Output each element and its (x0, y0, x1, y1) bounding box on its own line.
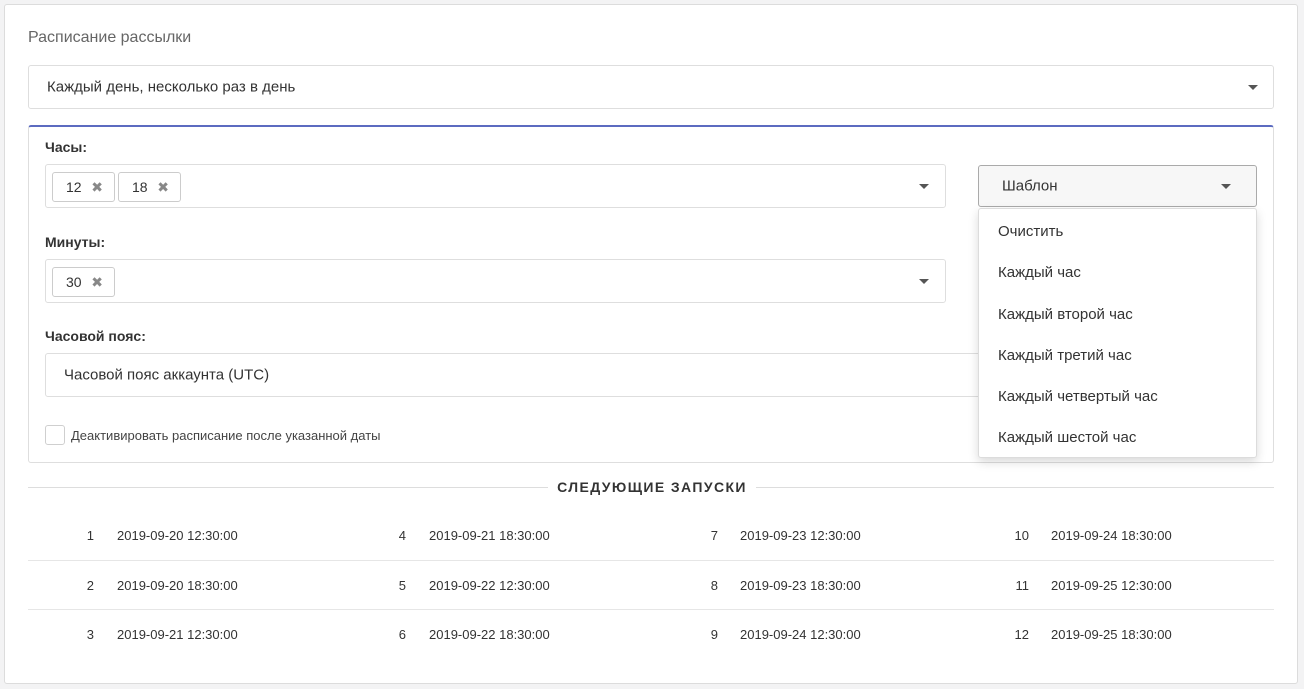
run-time: 2019-09-20 18:30:00 (117, 578, 238, 593)
run-index: 11 (1015, 578, 1030, 593)
run-index: 3 (86, 627, 94, 642)
template-button[interactable]: Шаблон (978, 165, 1257, 207)
chevron-down-icon (1248, 85, 1258, 90)
remove-tag-icon[interactable]: ✖ (157, 173, 169, 201)
run-index: 6 (398, 627, 406, 642)
run-time: 2019-09-23 12:30:00 (740, 528, 861, 543)
run-time: 2019-09-25 18:30:00 (1051, 627, 1172, 642)
run-index: 2 (86, 578, 94, 593)
row-divider (28, 609, 1274, 610)
timezone-value: Часовой пояс аккаунта (UTC) (64, 366, 270, 384)
template-option-every-hour[interactable]: Каждый час (998, 264, 1081, 281)
hour-tag-label: 18 (132, 179, 148, 195)
section-title: Расписание рассылки (28, 29, 192, 46)
run-time: 2019-09-21 18:30:00 (429, 528, 550, 543)
minutes-label: Минуты: (45, 234, 106, 250)
run-index: 1 (86, 528, 94, 543)
minutes-multiselect[interactable]: 30 ✖ (45, 259, 946, 303)
template-button-label: Шаблон (1002, 177, 1058, 195)
run-index: 9 (710, 627, 718, 642)
template-option-every-sixth-hour[interactable]: Каждый шестой час (998, 429, 1136, 446)
deactivate-checkbox[interactable] (45, 425, 65, 445)
timezone-select[interactable]: Часовой пояс аккаунта (UTC) (45, 353, 1095, 397)
chevron-down-icon (919, 279, 929, 284)
row-divider (28, 560, 1274, 561)
template-dropdown-menu: Очистить Каждый час Каждый второй час Ка… (978, 208, 1257, 458)
hour-tag-label: 12 (66, 179, 82, 195)
chevron-down-icon (919, 184, 929, 189)
run-time: 2019-09-24 12:30:00 (740, 627, 861, 642)
template-option-clear[interactable]: Очистить (998, 223, 1063, 240)
timezone-label: Часовой пояс: (45, 328, 146, 344)
run-time: 2019-09-23 18:30:00 (740, 578, 861, 593)
template-option-every-second-hour[interactable]: Каждый второй час (998, 306, 1133, 323)
schedule-mode-value: Каждый день, несколько раз в день (47, 78, 296, 96)
run-time: 2019-09-24 18:30:00 (1051, 528, 1172, 543)
run-time: 2019-09-20 12:30:00 (117, 528, 238, 543)
run-index: 4 (398, 528, 406, 543)
deactivate-label: Деактивировать расписание после указанно… (71, 428, 381, 443)
remove-tag-icon[interactable]: ✖ (91, 173, 103, 201)
run-time: 2019-09-22 18:30:00 (429, 627, 550, 642)
run-time: 2019-09-22 12:30:00 (429, 578, 550, 593)
run-index: 8 (710, 578, 718, 593)
chevron-down-icon (1221, 184, 1231, 189)
hours-multiselect[interactable]: 12 ✖ 18 ✖ (45, 164, 946, 208)
minute-tag-label: 30 (66, 274, 82, 290)
run-time: 2019-09-25 12:30:00 (1051, 578, 1172, 593)
template-option-every-fourth-hour[interactable]: Каждый четвертый час (998, 388, 1158, 405)
run-index: 12 (1014, 627, 1029, 642)
hours-label: Часы: (45, 139, 88, 155)
remove-tag-icon[interactable]: ✖ (91, 268, 103, 296)
run-index: 7 (710, 528, 718, 543)
run-index: 5 (398, 578, 406, 593)
hour-tag-18: 18 ✖ (118, 172, 181, 202)
run-time: 2019-09-21 12:30:00 (117, 627, 238, 642)
schedule-mode-select[interactable]: Каждый день, несколько раз в день (28, 65, 1274, 109)
run-index: 10 (1014, 528, 1029, 543)
next-runs-title: СЛЕДУЮЩИЕ ЗАПУСКИ (557, 479, 747, 495)
hour-tag-12: 12 ✖ (52, 172, 115, 202)
template-option-every-third-hour[interactable]: Каждый третий час (998, 347, 1132, 364)
minute-tag-30: 30 ✖ (52, 267, 115, 297)
